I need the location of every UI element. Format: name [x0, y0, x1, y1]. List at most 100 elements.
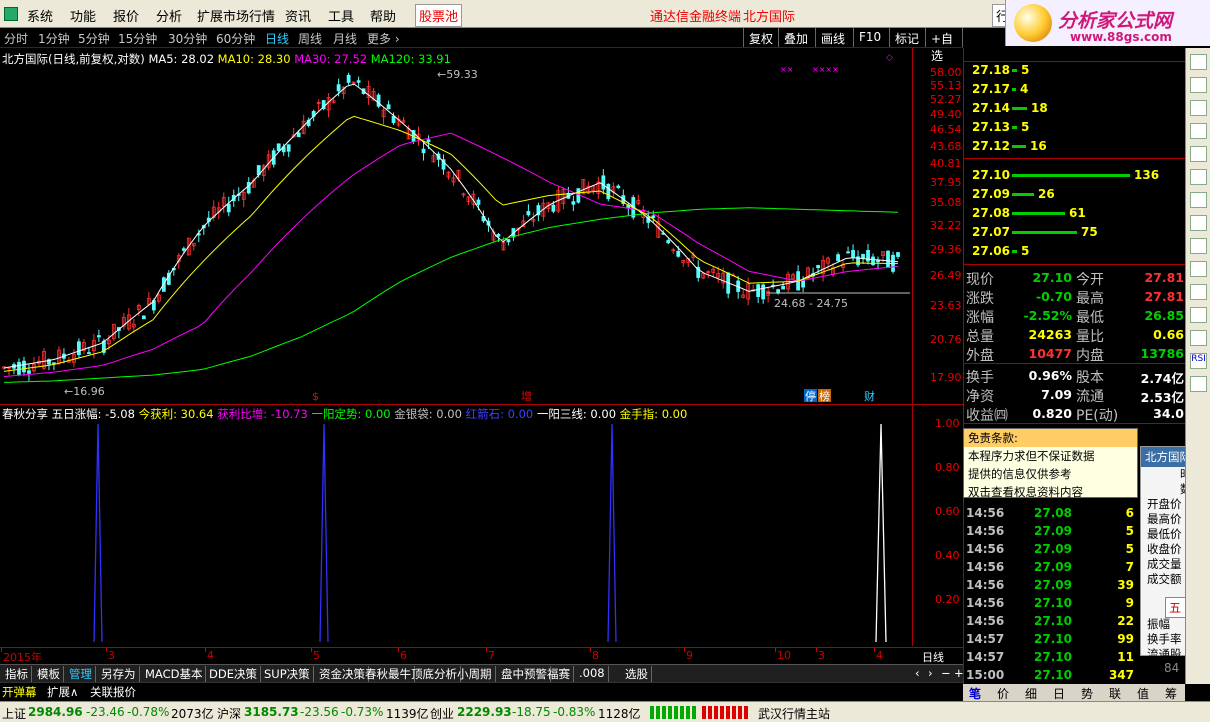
price-axis-label: 52.27 [930, 92, 962, 106]
list-icon[interactable] [1190, 100, 1207, 116]
table-icon[interactable] [1190, 192, 1207, 208]
draw-button[interactable]: 画线 [815, 28, 850, 47]
detail-tab[interactable]: 细 [1025, 685, 1037, 702]
event-marker-finance: 财 [864, 389, 875, 403]
high-price-label: ←59.33 [437, 68, 478, 81]
info-icon[interactable] [1190, 238, 1207, 254]
detail-tab[interactable]: 日 [1053, 685, 1065, 702]
quote-value: 27.81 [1144, 270, 1184, 285]
orderbook-volume-bar [1012, 231, 1077, 234]
app-icon[interactable] [4, 7, 18, 21]
candle-icon[interactable] [1190, 123, 1207, 139]
overlay-button[interactable]: 叠加 [778, 28, 813, 47]
indicator-chart[interactable] [0, 420, 912, 646]
indicator-tab[interactable]: 管理 [66, 666, 96, 682]
orderbook-price: 27.13 [972, 120, 1010, 134]
detail-tab[interactable]: 筹 [1165, 685, 1177, 702]
detail-tab[interactable]: 值 [1137, 685, 1149, 702]
star-icon[interactable] [1190, 330, 1207, 346]
quote-key: PE(动) [1076, 408, 1119, 424]
logo-ball-icon [1014, 4, 1052, 42]
sub-tab[interactable]: 扩展∧ [47, 684, 78, 700]
bar-icon[interactable] [1190, 169, 1207, 185]
news-icon[interactable] [1190, 261, 1207, 277]
tab-scroll-button[interactable]: ‹ [912, 666, 923, 682]
indicator-tab[interactable]: 模板 [34, 666, 64, 682]
period-toolbar: 分时 1分钟 5分钟 15分钟 30分钟 60分钟 日线 周线 月线 更多 › … [0, 28, 963, 63]
detail-tab[interactable]: 势 [1081, 685, 1093, 702]
kline-chart[interactable]: ←59.33 ←16.96 24.68 - 24.75 ×× ×××× ◇ $ … [0, 48, 912, 404]
indicator-tab[interactable]: 指标 [2, 666, 32, 682]
indicator-name[interactable]: 春秋分享 [2, 407, 48, 421]
indicator-tab[interactable]: 选股 [622, 666, 652, 682]
period-monthly[interactable]: 月线 [333, 30, 357, 47]
dollar-icon[interactable] [1190, 284, 1207, 300]
logo-title: 分析家公式网 [1058, 10, 1173, 32]
market-breadth-bar-red [702, 706, 750, 719]
cy-index-label[interactable]: 创业 [430, 705, 454, 722]
server-host[interactable]: 武汉行情主站 [758, 705, 830, 722]
period-1min[interactable]: 1分钟 [38, 30, 70, 47]
detail-tab[interactable]: 联 [1109, 685, 1121, 702]
period-more[interactable]: 更多 › [367, 30, 400, 47]
bell-icon[interactable] [1190, 307, 1207, 323]
adjust-button[interactable]: 复权 [743, 28, 778, 47]
mark-button[interactable]: 标记 [889, 28, 924, 47]
hs-index-value: 3185.73 [244, 705, 299, 719]
quote-key: 换手 [966, 370, 994, 386]
f10-icon[interactable] [1190, 215, 1207, 231]
ma-line-ma5 [3, 83, 899, 369]
rsi-icon[interactable]: RSI [1190, 353, 1207, 369]
indicator-tab[interactable]: MACD基本 [142, 666, 207, 682]
orderbook-volume: 26 [1038, 187, 1055, 201]
indicator-tab[interactable]: 福赛 [544, 666, 574, 682]
chart-icon[interactable] [1190, 54, 1207, 70]
period-intraday[interactable]: 分时 [4, 30, 28, 47]
add-watchlist-button[interactable]: +自选 [925, 28, 963, 63]
menu-item-news[interactable]: 资讯 [285, 6, 311, 25]
cy-index-value: 2229.93 [457, 705, 512, 719]
date-axis-tick [205, 648, 206, 652]
menu-item-tools[interactable]: 工具 [328, 6, 354, 25]
quote-value: 10477 [1028, 346, 1073, 361]
indicator-tab[interactable]: .008 [576, 666, 609, 682]
indicator-tab[interactable]: DDE决策 [206, 666, 261, 682]
low-price-label: ←16.96 [64, 385, 105, 398]
quote-key: 总量 [966, 329, 994, 345]
candle-body [781, 286, 786, 290]
sub-tab[interactable]: 开弹幕 [2, 684, 37, 700]
hs-index-label[interactable]: 沪深 [217, 705, 241, 722]
tools-icon[interactable] [1190, 376, 1207, 392]
period-weekly[interactable]: 周线 [298, 30, 322, 47]
detail-tab[interactable]: 价 [997, 685, 1009, 702]
period-daily[interactable]: 日线 [265, 30, 289, 47]
grid-icon[interactable] [1190, 77, 1207, 93]
stock-pool-button[interactable]: 股票池 [415, 4, 463, 27]
menu-item-help[interactable]: 帮助 [370, 6, 396, 25]
detail-tab[interactable]: 笔 [969, 685, 981, 702]
sub-tab[interactable]: 关联报价 [90, 684, 136, 700]
candle-body [421, 148, 426, 154]
sh-index-label[interactable]: 上证 [2, 705, 26, 722]
tab-scroll-button[interactable]: › [925, 666, 936, 682]
menu-item-quote[interactable]: 报价 [113, 6, 139, 25]
quote-key: 最高 [1076, 291, 1104, 307]
period-30min[interactable]: 30分钟 [168, 30, 207, 47]
line-icon[interactable] [1190, 146, 1207, 162]
date-axis-label: 8 [592, 649, 599, 662]
menu-item-function[interactable]: 功能 [70, 6, 96, 25]
indicator-tab[interactable]: 小周期 [454, 666, 496, 682]
f10-button[interactable]: F10 [853, 28, 886, 47]
period-60min[interactable]: 60分钟 [216, 30, 255, 47]
candle-body [226, 203, 231, 213]
menu-item-extended-market[interactable]: 扩展市场行情 [197, 6, 275, 25]
period-5min[interactable]: 5分钟 [78, 30, 110, 47]
price-axis-label: 35.08 [930, 196, 962, 210]
period-15min[interactable]: 15分钟 [118, 30, 157, 47]
menu-item-system[interactable]: 系统 [27, 6, 53, 25]
indicator-tab[interactable]: SUP决策 [261, 666, 314, 682]
menu-item-analysis[interactable]: 分析 [156, 6, 182, 25]
quote-key: 流通 [1076, 389, 1104, 405]
indicator-tab[interactable]: 另存为 [98, 666, 140, 682]
detail-tabs: 笔价细日势联值筹 [963, 684, 1185, 701]
